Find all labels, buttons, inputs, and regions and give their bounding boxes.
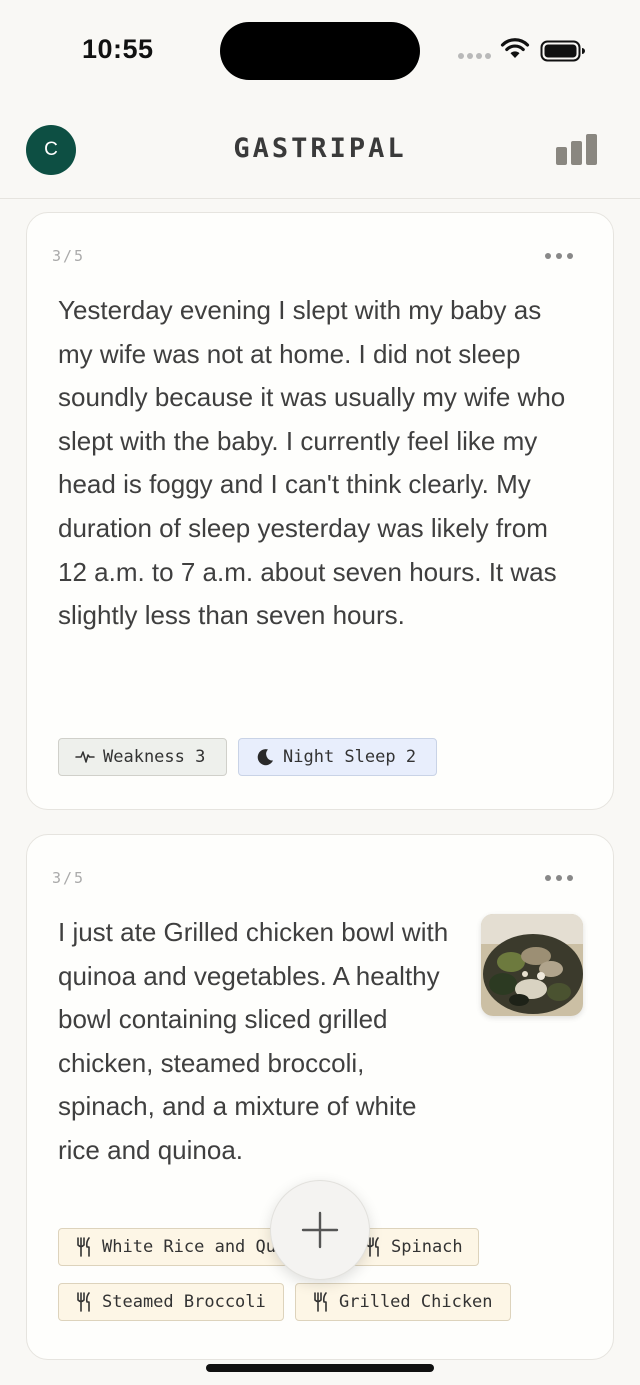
tag-label: Night Sleep 2	[283, 747, 417, 767]
pulse-icon	[75, 751, 95, 763]
tag-night-sleep[interactable]: Night Sleep 2	[238, 738, 437, 776]
utensils-icon	[77, 1237, 90, 1257]
tag-label: Grilled Chicken	[339, 1292, 493, 1312]
journal-entry-card[interactable]: 3/5 I just ate Grilled chicken bowl with…	[26, 834, 614, 1360]
app-header: C GASTRIPAL	[0, 100, 640, 199]
tag-label: Spinach	[391, 1237, 463, 1257]
tag-label: Weakness 3	[103, 747, 206, 767]
entry-counter: 3/5	[52, 247, 86, 265]
utensils-icon	[77, 1292, 90, 1312]
tag-weakness[interactable]: Weakness 3	[58, 738, 227, 776]
grilled-chicken-bowl-photo	[481, 914, 583, 1016]
battery-icon	[540, 40, 585, 62]
plus-icon	[301, 1211, 339, 1249]
entry-counter: 3/5	[52, 869, 86, 887]
add-entry-button[interactable]	[270, 1180, 370, 1280]
meal-photo[interactable]	[481, 914, 583, 1016]
bar-chart-icon[interactable]	[554, 133, 600, 167]
cellular-signal-icon	[458, 53, 492, 61]
tag-grilled-chicken[interactable]: Grilled Chicken	[295, 1283, 511, 1321]
wifi-icon	[500, 38, 530, 58]
utensils-icon	[314, 1292, 327, 1312]
tag-label: Steamed Broccoli	[102, 1292, 266, 1312]
dynamic-island	[220, 22, 420, 80]
more-options-icon[interactable]	[545, 873, 575, 883]
entry-text: Yesterday evening I slept with my baby a…	[58, 295, 566, 631]
moon-icon	[257, 749, 273, 766]
journal-entry-card[interactable]: 3/5 Yesterday evening I slept with my ba…	[26, 212, 614, 810]
tag-steamed-broccoli[interactable]: Steamed Broccoli	[58, 1283, 284, 1321]
home-indicator	[206, 1364, 434, 1372]
app-title: GASTRIPAL	[233, 133, 407, 164]
status-bar: 10:55	[0, 0, 640, 100]
status-time: 10:55	[82, 34, 154, 64]
entry-text: I just ate Grilled chicken bowl with qui…	[58, 917, 449, 1165]
more-options-icon[interactable]	[545, 251, 575, 261]
